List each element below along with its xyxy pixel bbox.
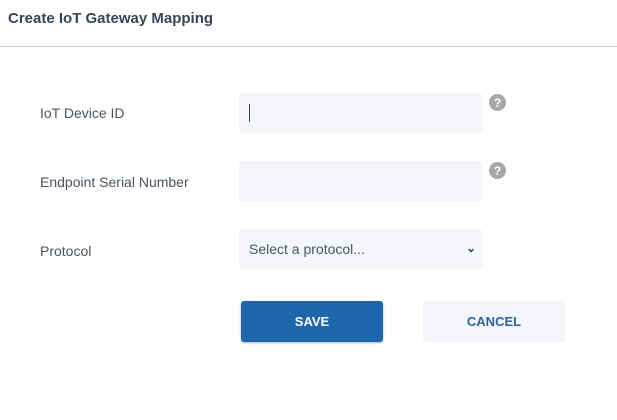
chevron-down-icon: ⌄ — [465, 241, 476, 255]
protocol-label: Protocol — [40, 243, 92, 259]
protocol-selected-value: Select a protocol... — [249, 241, 365, 257]
text-cursor — [249, 104, 250, 122]
serial-number-label: Endpoint Serial Number — [40, 174, 189, 190]
device-id-input[interactable] — [239, 93, 482, 133]
cancel-button[interactable]: CANCEL — [423, 301, 565, 342]
device-id-label: IoT Device ID — [40, 105, 125, 121]
dialog-title: Create IoT Gateway Mapping — [8, 10, 214, 27]
help-icon[interactable]: ? — [489, 162, 506, 179]
serial-number-input[interactable] — [239, 161, 482, 201]
protocol-select[interactable]: Select a protocol... ⌄ — [239, 229, 482, 269]
save-button[interactable]: SAVE — [241, 301, 383, 342]
header-divider — [0, 46, 617, 47]
help-icon[interactable]: ? — [489, 94, 506, 111]
